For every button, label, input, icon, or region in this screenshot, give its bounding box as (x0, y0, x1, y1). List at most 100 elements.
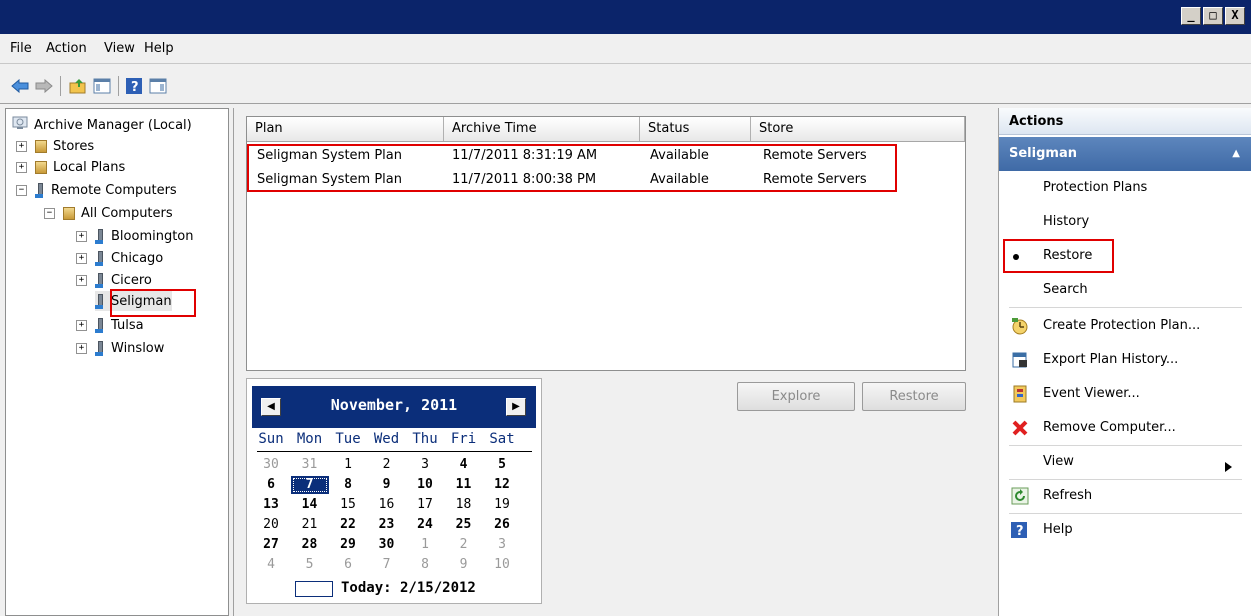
action-history[interactable]: History (999, 210, 1251, 234)
action-export-plan-history[interactable]: Export Plan History... (999, 348, 1251, 372)
expand-icon[interactable]: + (76, 319, 87, 331)
calendar-day[interactable]: 30 (252, 456, 290, 474)
calendar-day[interactable]: 8 (406, 556, 444, 574)
expand-icon[interactable]: + (76, 252, 87, 264)
column-header-archive-time[interactable]: Archive Time (444, 117, 640, 141)
calendar-day[interactable]: 2 (445, 536, 483, 554)
calendar-next-button[interactable]: ▶ (506, 398, 526, 416)
archive-calendar[interactable]: ◀ November, 2011 ▶ Today: 2/15/2012 Sun M… (246, 378, 542, 604)
action-protection-plans[interactable]: Protection Plans (999, 176, 1251, 200)
calendar-day[interactable]: 5 (291, 556, 329, 574)
calendar-day[interactable]: 16 (368, 496, 406, 514)
explore-button[interactable]: Explore (737, 382, 855, 411)
calendar-day[interactable]: 10 (406, 476, 444, 494)
tree-item-local-plans[interactable]: + Local Plans (16, 157, 125, 177)
calendar-day[interactable]: 1 (406, 536, 444, 554)
calendar-day[interactable]: 13 (252, 496, 290, 514)
tree-item-stores[interactable]: + Stores (16, 136, 94, 156)
highlight-box-rows (247, 144, 897, 192)
action-event-viewer[interactable]: Event Viewer... (999, 382, 1251, 406)
menu-help[interactable]: Help (144, 41, 174, 56)
calendar-day[interactable]: 10 (483, 556, 521, 574)
calendar-day[interactable]: 1 (329, 456, 367, 474)
calendar-day[interactable]: 18 (445, 496, 483, 514)
calendar-day[interactable]: 6 (252, 476, 290, 494)
tree-item-chicago[interactable]: + Chicago (76, 248, 163, 268)
action-view[interactable]: View (999, 450, 1251, 474)
calendar-day[interactable]: 24 (406, 516, 444, 534)
calendar-day[interactable]: 19 (483, 496, 521, 514)
calendar-day[interactable]: 29 (329, 536, 367, 554)
computer-icon (95, 272, 105, 288)
calendar-day[interactable]: 17 (406, 496, 444, 514)
calendar-day[interactable]: 12 (483, 476, 521, 494)
tree-item-all-computers[interactable]: − All Computers (44, 203, 173, 223)
calendar-day[interactable]: 20 (252, 516, 290, 534)
tree-item-archive-manager[interactable]: Archive Manager (Local) (12, 115, 192, 135)
calendar-day[interactable]: 7 (368, 556, 406, 574)
calendar-day[interactable]: 21 (291, 516, 329, 534)
calendar-day[interactable]: 9 (368, 476, 406, 494)
menu-file[interactable]: File (10, 41, 32, 56)
expand-icon[interactable]: + (76, 342, 87, 354)
expand-icon[interactable]: + (16, 161, 27, 173)
collapse-chevron-icon[interactable]: ▲ (1232, 137, 1240, 171)
tree-item-cicero[interactable]: + Cicero (76, 270, 152, 290)
calendar-day[interactable]: 28 (291, 536, 329, 554)
calendar-day[interactable]: 8 (329, 476, 367, 494)
calendar-day[interactable]: 31 (291, 456, 329, 474)
calendar-day-selected[interactable]: 7 (290, 476, 329, 494)
calendar-day[interactable]: 23 (368, 516, 406, 534)
tree-item-remote-computers[interactable]: − Remote Computers (16, 180, 177, 200)
action-help[interactable]: ? Help (999, 518, 1251, 542)
menu-action[interactable]: Action (46, 41, 87, 56)
calendar-day[interactable]: 27 (252, 536, 290, 554)
show-hide-console-tree-icon[interactable] (92, 76, 112, 96)
action-refresh[interactable]: Refresh (999, 484, 1251, 508)
expand-icon[interactable]: + (16, 140, 27, 152)
calendar-today-label[interactable]: Today: 2/15/2012 (341, 580, 476, 596)
calendar-day[interactable]: 9 (445, 556, 483, 574)
collapse-icon[interactable]: − (44, 207, 55, 219)
maximize-button[interactable]: □ (1203, 7, 1223, 25)
calendar-day[interactable]: 14 (291, 496, 329, 514)
calendar-day[interactable]: 26 (483, 516, 521, 534)
expand-icon[interactable]: + (76, 274, 87, 286)
calendar-day[interactable]: 11 (445, 476, 483, 494)
close-button[interactable]: X (1225, 7, 1245, 25)
action-create-protection-plan[interactable]: Create Protection Plan... (999, 314, 1251, 338)
expand-icon[interactable]: + (76, 230, 87, 242)
calendar-day[interactable]: 4 (252, 556, 290, 574)
restore-button[interactable]: Restore (862, 382, 966, 411)
show-hide-action-pane-icon[interactable] (148, 76, 168, 96)
action-search[interactable]: Search (999, 278, 1251, 302)
calendar-day[interactable]: 3 (406, 456, 444, 474)
calendar-day[interactable]: 5 (483, 456, 521, 474)
tree-item-tulsa[interactable]: + Tulsa (76, 315, 144, 335)
calendar-day[interactable]: 3 (483, 536, 521, 554)
calendar-day[interactable]: 15 (329, 496, 367, 514)
minimize-button[interactable]: _ (1181, 7, 1201, 25)
forward-arrow-icon[interactable] (34, 76, 54, 96)
column-header-status[interactable]: Status (640, 117, 751, 141)
local-plans-icon (35, 160, 47, 174)
tree-item-bloomington[interactable]: + Bloomington (76, 226, 194, 246)
collapse-icon[interactable]: − (16, 184, 27, 196)
tree-item-winslow[interactable]: + Winslow (76, 338, 164, 358)
svg-text:?: ? (1016, 524, 1024, 539)
column-header-store[interactable]: Store (751, 117, 965, 141)
calendar-day[interactable]: 22 (329, 516, 367, 534)
back-arrow-icon[interactable] (10, 76, 30, 96)
action-remove-computer[interactable]: Remove Computer... (999, 416, 1251, 440)
calendar-day[interactable]: 4 (445, 456, 483, 474)
archive-list[interactable]: Plan Archive Time Status Store Seligman … (246, 116, 966, 371)
actions-section-seligman[interactable]: Seligman ▲ (999, 137, 1251, 171)
help-icon[interactable]: ? (124, 76, 144, 96)
calendar-day[interactable]: 2 (368, 456, 406, 474)
column-header-plan[interactable]: Plan (247, 117, 444, 141)
calendar-day[interactable]: 6 (329, 556, 367, 574)
up-folder-icon[interactable] (68, 76, 88, 96)
menu-view[interactable]: View (104, 41, 135, 56)
calendar-day[interactable]: 30 (368, 536, 406, 554)
calendar-day[interactable]: 25 (445, 516, 483, 534)
